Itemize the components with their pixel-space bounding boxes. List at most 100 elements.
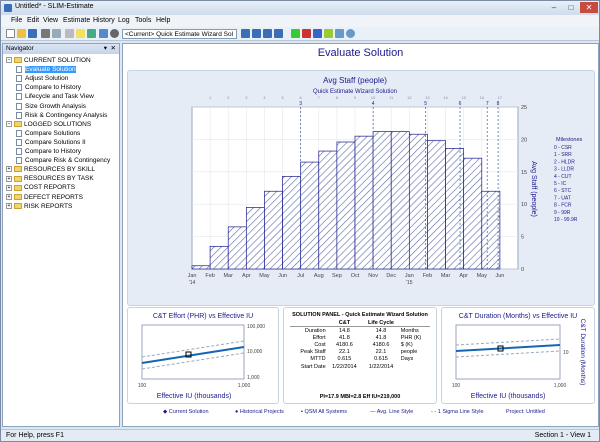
top-tick-label: 14 (443, 95, 448, 100)
milestone-marker-label: 8 (497, 101, 500, 107)
solution-panel-title: SOLUTION PANEL - Quick Estimate Wizard S… (292, 312, 428, 318)
table-view-icon[interactable] (335, 29, 344, 38)
duration-x-tick: 1,000 (554, 383, 567, 389)
nav-item[interactable]: − LOGGED SOLUTIONS (6, 121, 91, 129)
nav-item[interactable]: + DEFECT REPORTS (6, 194, 83, 202)
menu-edit[interactable]: Edit (27, 17, 39, 24)
navigator-title: Navigator (6, 45, 34, 52)
idea-icon[interactable] (76, 29, 85, 38)
effort-y-tick: 10,000 (247, 349, 263, 355)
last-record-icon[interactable] (274, 29, 283, 38)
print-icon[interactable] (41, 29, 50, 38)
nav-item[interactable]: Evaluate Solution (16, 66, 76, 74)
solution-cell: Duration (304, 327, 326, 334)
next-record-icon[interactable] (263, 29, 272, 38)
nav-item[interactable]: Size Growth Analysis (16, 102, 86, 111)
layout-view-icon[interactable] (324, 29, 333, 38)
nav-item[interactable]: − CURRENT SOLUTION (6, 57, 91, 65)
nav-item[interactable]: + COST REPORTS (6, 184, 75, 192)
expand-icon[interactable]: + (6, 175, 12, 182)
nav-item-label: Compare Solutions II (25, 139, 86, 147)
x-tick-label: Jan (188, 273, 197, 279)
milestone-legend-item: 0 - CSR (554, 145, 572, 151)
solution-row: Cost 4180.6 4180.6 $ (K) (290, 341, 430, 348)
collapse-icon[interactable]: − (6, 57, 12, 64)
expand-icon[interactable]: + (6, 184, 12, 191)
menu-history[interactable]: History (93, 17, 115, 24)
effort-x-label: Effective IU (thousands) (157, 393, 232, 400)
menu-file[interactable]: File (11, 17, 22, 24)
menu-estimate[interactable]: Estimate (63, 17, 90, 24)
nav-item[interactable]: Compare to History (16, 84, 81, 92)
solution-cell: 22.1 (375, 349, 387, 356)
document-icon (16, 157, 22, 165)
legend-avg-line-style: — Avg. Line Style (370, 409, 414, 415)
menu-log[interactable]: Log (118, 17, 130, 24)
new-file-icon[interactable] (6, 29, 15, 38)
nav-item[interactable]: Compare Risk & Contingency (16, 157, 110, 165)
close-button[interactable]: ✕ (580, 2, 598, 13)
milestone-legend-item: 7 - UAT (554, 195, 571, 201)
print-preview-icon[interactable] (52, 29, 61, 38)
nav-item[interactable]: + RESOURCES BY TASK (6, 175, 94, 183)
menu-view[interactable]: View (43, 17, 58, 24)
status-help-text: For Help, press F1 (6, 432, 64, 439)
expand-icon[interactable]: + (6, 202, 12, 209)
open-folder-icon[interactable] (17, 29, 26, 38)
nav-item[interactable]: Adjust Solution (16, 75, 68, 83)
staff-bar (408, 133, 428, 270)
help-icon[interactable] (110, 29, 119, 38)
save-icon[interactable] (28, 29, 37, 38)
solution-row: Duration 14.8 14.8 Months (290, 327, 430, 335)
maximize-button[interactable]: □ (563, 2, 579, 13)
staff-bar (191, 265, 211, 270)
solution-cell: 1/22/2014 (332, 363, 357, 370)
report-view-icon[interactable] (313, 29, 322, 38)
page-title: Evaluate Solution (317, 47, 404, 59)
navigator-close-icon[interactable]: ✕ (111, 44, 116, 54)
x-tick-label: Apr (242, 273, 251, 279)
x-tick-label: Oct (351, 273, 360, 279)
navigator-pin-icon[interactable]: ▾ (104, 44, 107, 54)
nav-item[interactable]: Compare Solutions (16, 129, 80, 138)
folder-icon (14, 57, 22, 64)
menu-tools[interactable]: Tools (135, 17, 151, 24)
app-icon (4, 4, 12, 12)
nav-item[interactable]: Lifecycle and Task View (16, 93, 94, 101)
help-book-icon[interactable] (99, 29, 108, 38)
expand-icon[interactable]: + (6, 166, 12, 173)
document-icon (16, 75, 22, 83)
menu-help[interactable]: Help (156, 17, 170, 24)
effort-x-tick: 100 (138, 383, 147, 389)
first-record-icon[interactable] (241, 29, 250, 38)
solution-cell: 22.1 (339, 349, 350, 356)
expand-icon[interactable]: + (6, 193, 12, 200)
info-icon[interactable] (346, 29, 355, 38)
staff-bar (445, 148, 465, 270)
milestone-marker-label: 4 (372, 101, 375, 107)
top-tick-label: 6 (300, 95, 303, 100)
solution-select[interactable]: <Current> Quick Estimate Wizard Sol (122, 29, 237, 39)
copy-icon[interactable] (65, 29, 74, 38)
nav-item[interactable]: + RISK REPORTS (6, 203, 72, 211)
document-icon (16, 93, 22, 101)
solution-cell: people (400, 349, 418, 356)
chart-view-icon[interactable] (302, 29, 311, 38)
wizard-icon[interactable] (87, 29, 96, 38)
top-tick-label: 5 (281, 95, 284, 100)
x-tick-label: Feb (205, 273, 214, 279)
staff-bar (245, 207, 265, 270)
top-tick-label: 8 (336, 95, 339, 100)
minimize-button[interactable]: – (546, 2, 562, 13)
solution-cell: Peak Staff (300, 349, 326, 356)
x-tick-label: May (259, 273, 270, 279)
previous-record-icon[interactable] (252, 29, 261, 38)
collapse-icon[interactable]: − (6, 120, 12, 127)
toolbar (1, 27, 599, 41)
x-tick-year-label: '14 (189, 280, 196, 286)
grid-view-icon[interactable] (291, 29, 300, 38)
nav-item[interactable]: Compare Solutions II (16, 138, 86, 147)
nav-item[interactable]: Risk & Contingency Analysis (16, 111, 107, 120)
nav-item[interactable]: + RESOURCES BY SKILL (6, 166, 95, 174)
nav-item[interactable]: Compare to History (16, 148, 81, 156)
